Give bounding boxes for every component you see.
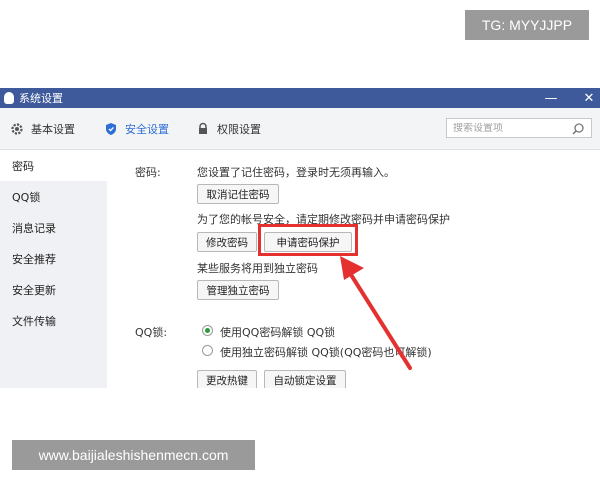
sidebar-item-label: QQ锁 bbox=[12, 191, 41, 204]
red-arrow-icon bbox=[340, 256, 412, 370]
radio-independent-password-unlock[interactable] bbox=[202, 345, 213, 356]
sidebar-item-label: 密码 bbox=[12, 160, 34, 173]
sidebar-item-label: 安全更新 bbox=[12, 284, 56, 297]
tab-bar: 基本设置 安全设置 权限设置 bbox=[0, 108, 600, 150]
sidebar: 密码 QQ锁 消息记录 安全推荐 安全更新 文件传输 bbox=[0, 151, 107, 388]
manage-independent-password-button[interactable]: 管理独立密码 bbox=[197, 280, 279, 300]
sidebar-item-security-update[interactable]: 安全更新 bbox=[0, 275, 107, 305]
radio-qq-password-unlock[interactable] bbox=[202, 325, 213, 336]
sidebar-item-password[interactable]: 密码 bbox=[0, 151, 107, 181]
tab-label: 基本设置 bbox=[31, 123, 75, 136]
sidebar-item-message-history[interactable]: 消息记录 bbox=[0, 213, 107, 243]
sidebar-item-label: 安全推荐 bbox=[12, 253, 56, 266]
shield-icon bbox=[104, 122, 118, 136]
sidebar-item-label: 文件传输 bbox=[12, 315, 56, 328]
change-password-button[interactable]: 修改密码 bbox=[197, 232, 257, 252]
sidebar-item-file-transfer[interactable]: 文件传输 bbox=[0, 306, 107, 336]
tab-basic-settings[interactable]: 基本设置 bbox=[10, 120, 75, 138]
window-title: 系统设置 bbox=[19, 92, 63, 105]
sidebar-item-security-recommend[interactable]: 安全推荐 bbox=[0, 244, 107, 274]
minimize-button[interactable]: — bbox=[540, 88, 562, 108]
password-section-label: 密码: bbox=[135, 166, 161, 179]
search-icon[interactable] bbox=[571, 122, 585, 139]
change-hotkey-button[interactable]: 更改热键 bbox=[197, 370, 257, 388]
lock-icon bbox=[196, 122, 210, 136]
tg-badge: TG: MYYJJPP bbox=[465, 10, 589, 40]
independent-password-text: 某些服务将用到独立密码 bbox=[197, 262, 318, 275]
tab-permission-settings[interactable]: 权限设置 bbox=[196, 120, 261, 138]
watermark-badge: www.baijialeshishenmecn.com bbox=[12, 440, 255, 470]
sidebar-item-qqlock[interactable]: QQ锁 bbox=[0, 182, 107, 212]
cancel-remember-password-button[interactable]: 取消记住密码 bbox=[197, 184, 279, 204]
remembered-password-text: 您设置了记住密码，登录时无须再输入。 bbox=[197, 166, 395, 179]
tab-label: 安全设置 bbox=[125, 123, 169, 136]
gear-icon bbox=[10, 122, 24, 136]
search-input[interactable] bbox=[453, 122, 565, 134]
search-box[interactable] bbox=[446, 118, 592, 138]
qq-penguin-icon bbox=[4, 92, 14, 104]
close-button[interactable]: ✕ bbox=[578, 88, 600, 108]
sidebar-item-label: 消息记录 bbox=[12, 222, 56, 235]
tab-security-settings[interactable]: 安全设置 bbox=[104, 120, 169, 138]
qqlock-section-label: QQ锁: bbox=[135, 326, 168, 339]
title-bar: 系统设置 — ✕ bbox=[0, 88, 600, 108]
tab-label: 权限设置 bbox=[217, 123, 261, 136]
radio-label-qq-password-unlock: 使用QQ密码解锁 QQ锁 bbox=[220, 326, 336, 339]
